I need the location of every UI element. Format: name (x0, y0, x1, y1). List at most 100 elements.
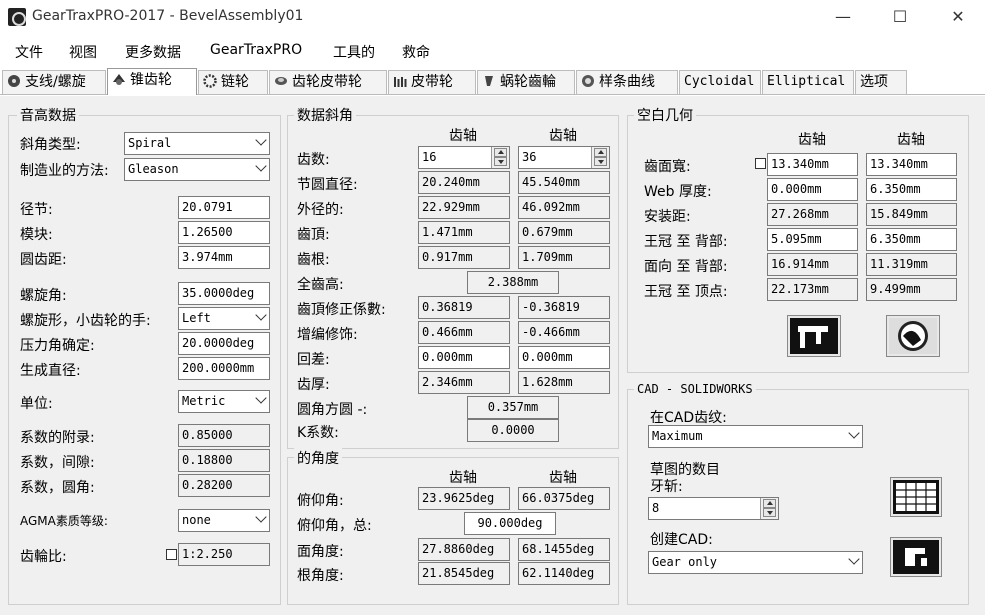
crown-to-back-label: 王冠 至 背部: (644, 234, 728, 250)
maximize-button[interactable]: ☐ (877, 0, 923, 34)
tab-spline[interactable]: 样条曲线 (576, 70, 678, 94)
create-cad-button[interactable] (890, 537, 942, 577)
pinion-teeth-input[interactable]: 16 (418, 146, 510, 169)
hand-value: Left (182, 311, 211, 325)
gen-diameter-input[interactable]: 200.0000mm (178, 357, 270, 380)
pinion-crown-to-back-input[interactable]: 5.095mm (767, 228, 858, 251)
tab-options[interactable]: 选项 (855, 70, 907, 94)
pinion-addendum-mod: 0.36819 (418, 296, 510, 319)
agma-select[interactable]: none (178, 509, 270, 532)
total-pitch-angle-label: 俯仰角，总: (297, 518, 372, 534)
pinion-tooth-thickness: 2.346mm (418, 371, 510, 394)
pulley-icon (394, 77, 407, 87)
pinion-teeth-spinner[interactable] (491, 147, 509, 168)
method-value: Gleason (128, 162, 179, 176)
gear-teeth-value: 36 (522, 150, 537, 164)
web-thickness-label: Web 厚度: (644, 184, 712, 200)
k-factor-value: 0.0000 (467, 419, 559, 442)
timing-pulley-icon (275, 77, 287, 85)
gear-column-header: 齿轴 (549, 128, 577, 144)
caliper-button[interactable] (787, 315, 841, 357)
addendum-label: 齒頂: (297, 227, 330, 243)
units-select[interactable]: Metric (178, 390, 270, 413)
total-pitch-angle-input[interactable]: 90.000deg (464, 512, 556, 535)
menu-bar: 文件 视图 更多数据 GearTraxPRO 工具的 救命 (0, 38, 985, 66)
tab-bevel[interactable]: 锥齿轮 (107, 68, 197, 95)
pinion-pitch-diameter: 20.240mm (418, 171, 510, 194)
face-width-checkbox[interactable] (755, 158, 766, 169)
gear-tooth-thickness: 1.628mm (518, 371, 610, 394)
spin-down-icon[interactable] (494, 157, 507, 166)
teeth-in-cad-value: Maximum (652, 429, 703, 443)
tab-spur-helical[interactable]: 支线/螺旋 (2, 70, 106, 94)
pressure-angle-input[interactable]: 20.0000deg (178, 332, 270, 355)
units-value: Metric (182, 394, 226, 408)
gear-teeth-input[interactable]: 36 (518, 146, 610, 169)
gear-pitch-diameter: 45.540mm (518, 171, 610, 194)
menu-file[interactable]: 文件 (15, 42, 43, 62)
gear-crown-to-back-input[interactable]: 6.350mm (866, 228, 957, 251)
sketch-count-spinner[interactable] (760, 498, 778, 519)
chevron-down-icon (255, 309, 267, 321)
close-button[interactable]: ✕ (935, 0, 981, 34)
minimize-button[interactable]: — (820, 0, 866, 34)
face-width-label: 齒面寬: (644, 159, 691, 175)
spin-up-icon[interactable] (594, 148, 607, 157)
table-button[interactable] (890, 477, 942, 517)
gear-view-button[interactable] (886, 315, 940, 357)
method-label: 制造业的方法: (20, 163, 109, 179)
spin-up-icon[interactable] (763, 499, 776, 508)
hand-select[interactable]: Left (178, 307, 270, 330)
pinion-face-width-input[interactable]: 13.340mm (767, 153, 858, 176)
tab-sprocket[interactable]: 链轮 (198, 70, 268, 94)
gear-teeth-spinner[interactable] (591, 147, 609, 168)
tab-pulley[interactable]: 皮带轮 (388, 70, 476, 94)
pitch-diameter-label: 节圆直径: (297, 177, 358, 193)
tab-worm-gear[interactable]: 蜗轮齒輪 (477, 70, 575, 94)
spin-up-icon[interactable] (494, 148, 507, 157)
gear-ratio-checkbox[interactable] (166, 549, 177, 560)
teeth-in-cad-select[interactable]: Maximum (648, 425, 863, 448)
gear-face-width-input[interactable]: 13.340mm (866, 153, 957, 176)
menu-tools[interactable]: 工具的 (333, 42, 375, 62)
module-input[interactable]: 1.26500 (178, 221, 270, 244)
menu-view[interactable]: 视图 (69, 42, 97, 62)
tab-timing-pulley[interactable]: 齿轮皮带轮 (269, 70, 387, 94)
tab-elliptical[interactable]: Elliptical (762, 70, 854, 94)
angles-gear-column-header: 齿轴 (549, 470, 577, 486)
pinion-outside-diameter: 22.929mm (418, 196, 510, 219)
menu-help[interactable]: 救命 (402, 42, 430, 62)
outside-diameter-label: 外径的: (297, 202, 344, 218)
sketch-count-input[interactable]: 8 (648, 497, 779, 520)
tab-cycloidal[interactable]: Cycloidal (679, 70, 761, 94)
menu-geartraxpro[interactable]: GearTraxPRO (210, 42, 302, 58)
sketch-count-value: 8 (652, 501, 660, 515)
whole-depth-value: 2.388mm (467, 271, 559, 294)
spiral-angle-input[interactable]: 35.0000deg (178, 282, 270, 305)
tab-label: Elliptical (767, 74, 846, 89)
spiral-angle-label: 螺旋角: (20, 288, 67, 304)
tooth-thickness-label: 齿厚: (297, 377, 330, 393)
tab-label: 蜗轮齒輪 (500, 74, 556, 90)
bevel-gear-icon (113, 74, 125, 85)
title-bar: GearTraxPRO-2017 - BevelAssembly01 — ☐ ✕ (0, 0, 985, 36)
clearance-factor-value: 0.18800 (178, 449, 270, 472)
create-cad-select[interactable]: Gear only (648, 551, 863, 574)
gear-backlash-input[interactable]: 0.000mm (518, 346, 610, 369)
pinion-web-thickness-input[interactable]: 0.000mm (767, 178, 858, 201)
menu-more-data[interactable]: 更多数据 (125, 42, 181, 62)
pinion-backlash-input[interactable]: 0.000mm (418, 346, 510, 369)
spin-down-icon[interactable] (594, 157, 607, 166)
bevel-type-select[interactable]: Spiral (124, 132, 270, 155)
pinion-pitch-angle: 23.9625deg (418, 487, 510, 510)
units-label: 单位: (20, 396, 53, 412)
tab-label: 齿轮皮带轮 (292, 74, 362, 90)
method-select[interactable]: Gleason (124, 158, 270, 181)
diametral-pitch-input[interactable]: 20.0791 (178, 196, 270, 219)
addendum-factor-label: 系数的附录: (20, 430, 95, 446)
whole-depth-label: 全齒高: (297, 277, 344, 293)
spin-down-icon[interactable] (763, 508, 776, 517)
pinion-mounting-distance: 27.268mm (767, 203, 858, 226)
circular-pitch-input[interactable]: 3.974mm (178, 246, 270, 269)
gear-web-thickness-input[interactable]: 6.350mm (866, 178, 957, 201)
